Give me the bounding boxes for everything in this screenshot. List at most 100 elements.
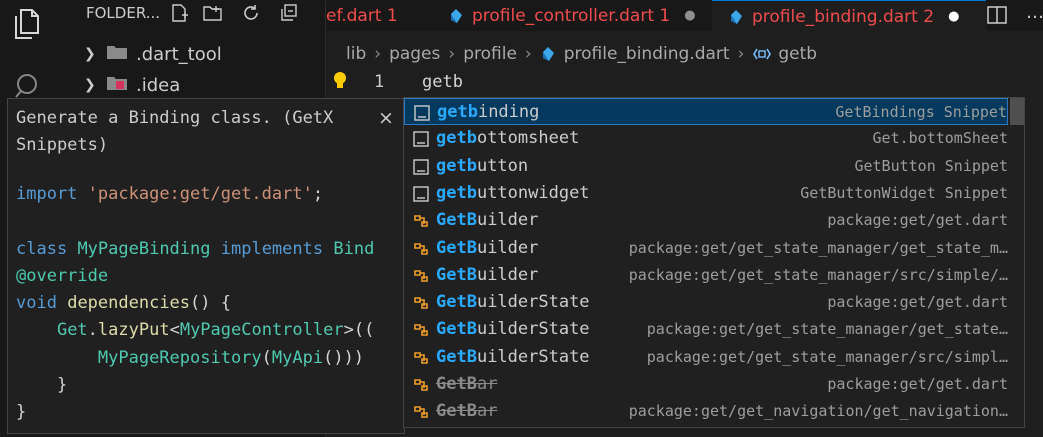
tab-label: ef.dart 1 [326, 5, 398, 26]
suggestion-label: GetBuilder [436, 238, 538, 258]
suggestion-rest: ar [476, 374, 498, 394]
suggestion-item[interactable]: GetBar package:get/get_navigation/get_nav… [404, 398, 1008, 425]
code-token: import [16, 184, 78, 204]
suggestion-detail: Get.bottomSheet [872, 129, 1008, 148]
chevron-right-icon: ❯ [84, 46, 96, 62]
explorer-header: FOLDER... [54, 0, 325, 26]
breadcrumb-item[interactable]: getb [778, 44, 817, 64]
class-icon [412, 376, 430, 394]
tree-item-label: .dart_tool [136, 43, 222, 65]
chevron-right-icon: ❯ [84, 77, 96, 93]
dart-file-icon [731, 9, 742, 24]
explorer-title: FOLDER... [86, 4, 161, 22]
suggestion-rest: uilder [476, 264, 539, 285]
breadcrumb-item[interactable]: profile [463, 44, 517, 64]
suggestion-match: getb [437, 102, 478, 122]
collapse-all-icon[interactable] [277, 2, 301, 24]
modified-dot[interactable]: ● [948, 9, 959, 24]
suggestion-item[interactable]: GetBuilder package:get/get.dart [404, 207, 1008, 234]
more-actions-icon[interactable]: … [1026, 2, 1043, 23]
suggestion-item[interactable]: getbuttonwidget GetButtonWidget Snippet [404, 180, 1008, 207]
suggestion-item[interactable]: getbinding GetBindings Snippet [404, 98, 1008, 125]
suggestion-rest: uilderState [476, 319, 590, 340]
tab-ref-dart[interactable]: ef.dart 1 [326, 0, 434, 31]
code-token: ( [261, 347, 272, 368]
suggestion-list[interactable]: getbinding GetBindings Snippet getbottomsh… [403, 97, 1025, 428]
editor-line[interactable]: 1 getb [326, 70, 1043, 96]
suggestion-label: GetBuilder [436, 210, 538, 230]
code-token: MyApi [271, 347, 324, 368]
suggestion-detail: package:get/get_state_manager/get_state_… [628, 238, 1008, 257]
suggestion-label: GetBuilderState [436, 292, 590, 312]
refresh-icon[interactable] [239, 2, 263, 24]
suggestion-detail: GetBindings Snippet [835, 103, 1007, 121]
snippet-icon [412, 185, 430, 203]
suggestion-item[interactable]: GetBar package:get/get.dart [404, 371, 1008, 398]
suggestion-item[interactable]: getbottomsheet Get.bottomSheet [404, 125, 1008, 152]
breadcrumb: lib › pages › profile › profile_binding.… [346, 41, 817, 67]
code-token: 'package:get/get.dart' [87, 184, 313, 204]
suggestion-detail: package:get/get.dart [827, 375, 1008, 393]
code-token: ())) [323, 347, 365, 368]
idea-folder-icon [106, 75, 128, 96]
new-file-icon[interactable] [167, 2, 191, 24]
scrollbar-thumb[interactable] [1010, 98, 1024, 125]
code-token: void [16, 293, 57, 314]
suggestion-match: GetB [436, 237, 477, 258]
chevron-right-icon: › [448, 44, 456, 64]
suggestion-item[interactable]: GetBuilder package:get/get_state_manager/… [404, 235, 1008, 262]
code-token: lazyPut [97, 320, 170, 341]
breadcrumb-item[interactable]: lib [346, 44, 366, 64]
suggestion-detail: package:get/get.dart [827, 293, 1008, 312]
tree-item-label: .idea [136, 74, 181, 96]
breadcrumb-item[interactable]: pages [389, 44, 440, 64]
suggestion-label: GetBar [436, 401, 497, 421]
suggestion-rest: inding [477, 102, 540, 122]
tab-profile-controller[interactable]: profile_controller.dart 1 ● [448, 0, 713, 31]
suggestion-item[interactable]: GetBuilder package:get/get_state_manager/… [404, 262, 1008, 289]
snippet-icon [413, 104, 431, 122]
suggestion-detail: package:get/get_state_manager/src/simpl… [646, 347, 1008, 366]
suggestion-detail: package:get/get.dart [827, 211, 1008, 230]
suggestion-rest: ar [476, 401, 498, 422]
tree-item-idea[interactable]: ❯ .idea [54, 70, 325, 100]
suggestion-detail: package:get/get_state_manager/src/simple… [628, 265, 1008, 284]
lightbulb-icon[interactable] [332, 70, 348, 96]
suggestion-item[interactable]: GetBuilderState package:get/get.dart [404, 289, 1008, 316]
code-text[interactable]: getb [422, 72, 463, 92]
suggestion-rest: uilderState [476, 292, 590, 313]
split-editor-icon[interactable] [986, 4, 1008, 30]
suggestion-rest: uilder [476, 237, 539, 258]
close-icon[interactable]: × [378, 107, 394, 129]
code-token: MyPageController [179, 320, 344, 341]
code-token: Bind [333, 238, 375, 259]
code-token: } [56, 375, 68, 396]
suggestion-match: GetB [436, 319, 477, 340]
suggestion-detail: package:get/get_state_manager/get_state… [646, 320, 1008, 339]
suggestion-label: getbinding [437, 102, 539, 122]
snippet-icon [412, 130, 430, 148]
suggestion-label: getbuttonwidget [436, 183, 590, 203]
tree-item-dart-tool[interactable]: ❯ .dart_tool [54, 39, 325, 69]
line-number: 1 [374, 72, 385, 92]
class-icon [412, 403, 430, 421]
explorer-files-icon[interactable] [0, 0, 54, 48]
tab-label: profile_controller.dart 1 [472, 5, 671, 26]
suggestion-details-panel: Generate a Binding class. (GetX Snippets… [7, 98, 405, 434]
suggestion-item[interactable]: GetBuilderState package:get/get_state_man… [404, 344, 1008, 371]
code-token: . [87, 320, 98, 341]
code-token: } [16, 402, 27, 423]
suggestion-rest: uilder [476, 210, 539, 231]
dart-file-icon [451, 8, 462, 23]
tab-profile-binding[interactable]: profile_binding.dart 2 ● [712, 0, 986, 32]
modified-dot[interactable]: ● [684, 8, 695, 23]
suggestion-item[interactable]: GetBuilderState package:get/get_state_man… [404, 316, 1008, 343]
class-icon [412, 240, 430, 258]
folder-icon [106, 44, 128, 65]
new-folder-icon[interactable] [201, 2, 225, 24]
suggestion-label: getbutton [436, 156, 528, 176]
suggestion-item[interactable]: getbutton GetButton Snippet [404, 153, 1008, 180]
chevron-right-icon: › [374, 44, 382, 64]
breadcrumb-item[interactable]: profile_binding.dart [564, 44, 730, 64]
suggestion-label: GetBar [436, 374, 497, 394]
